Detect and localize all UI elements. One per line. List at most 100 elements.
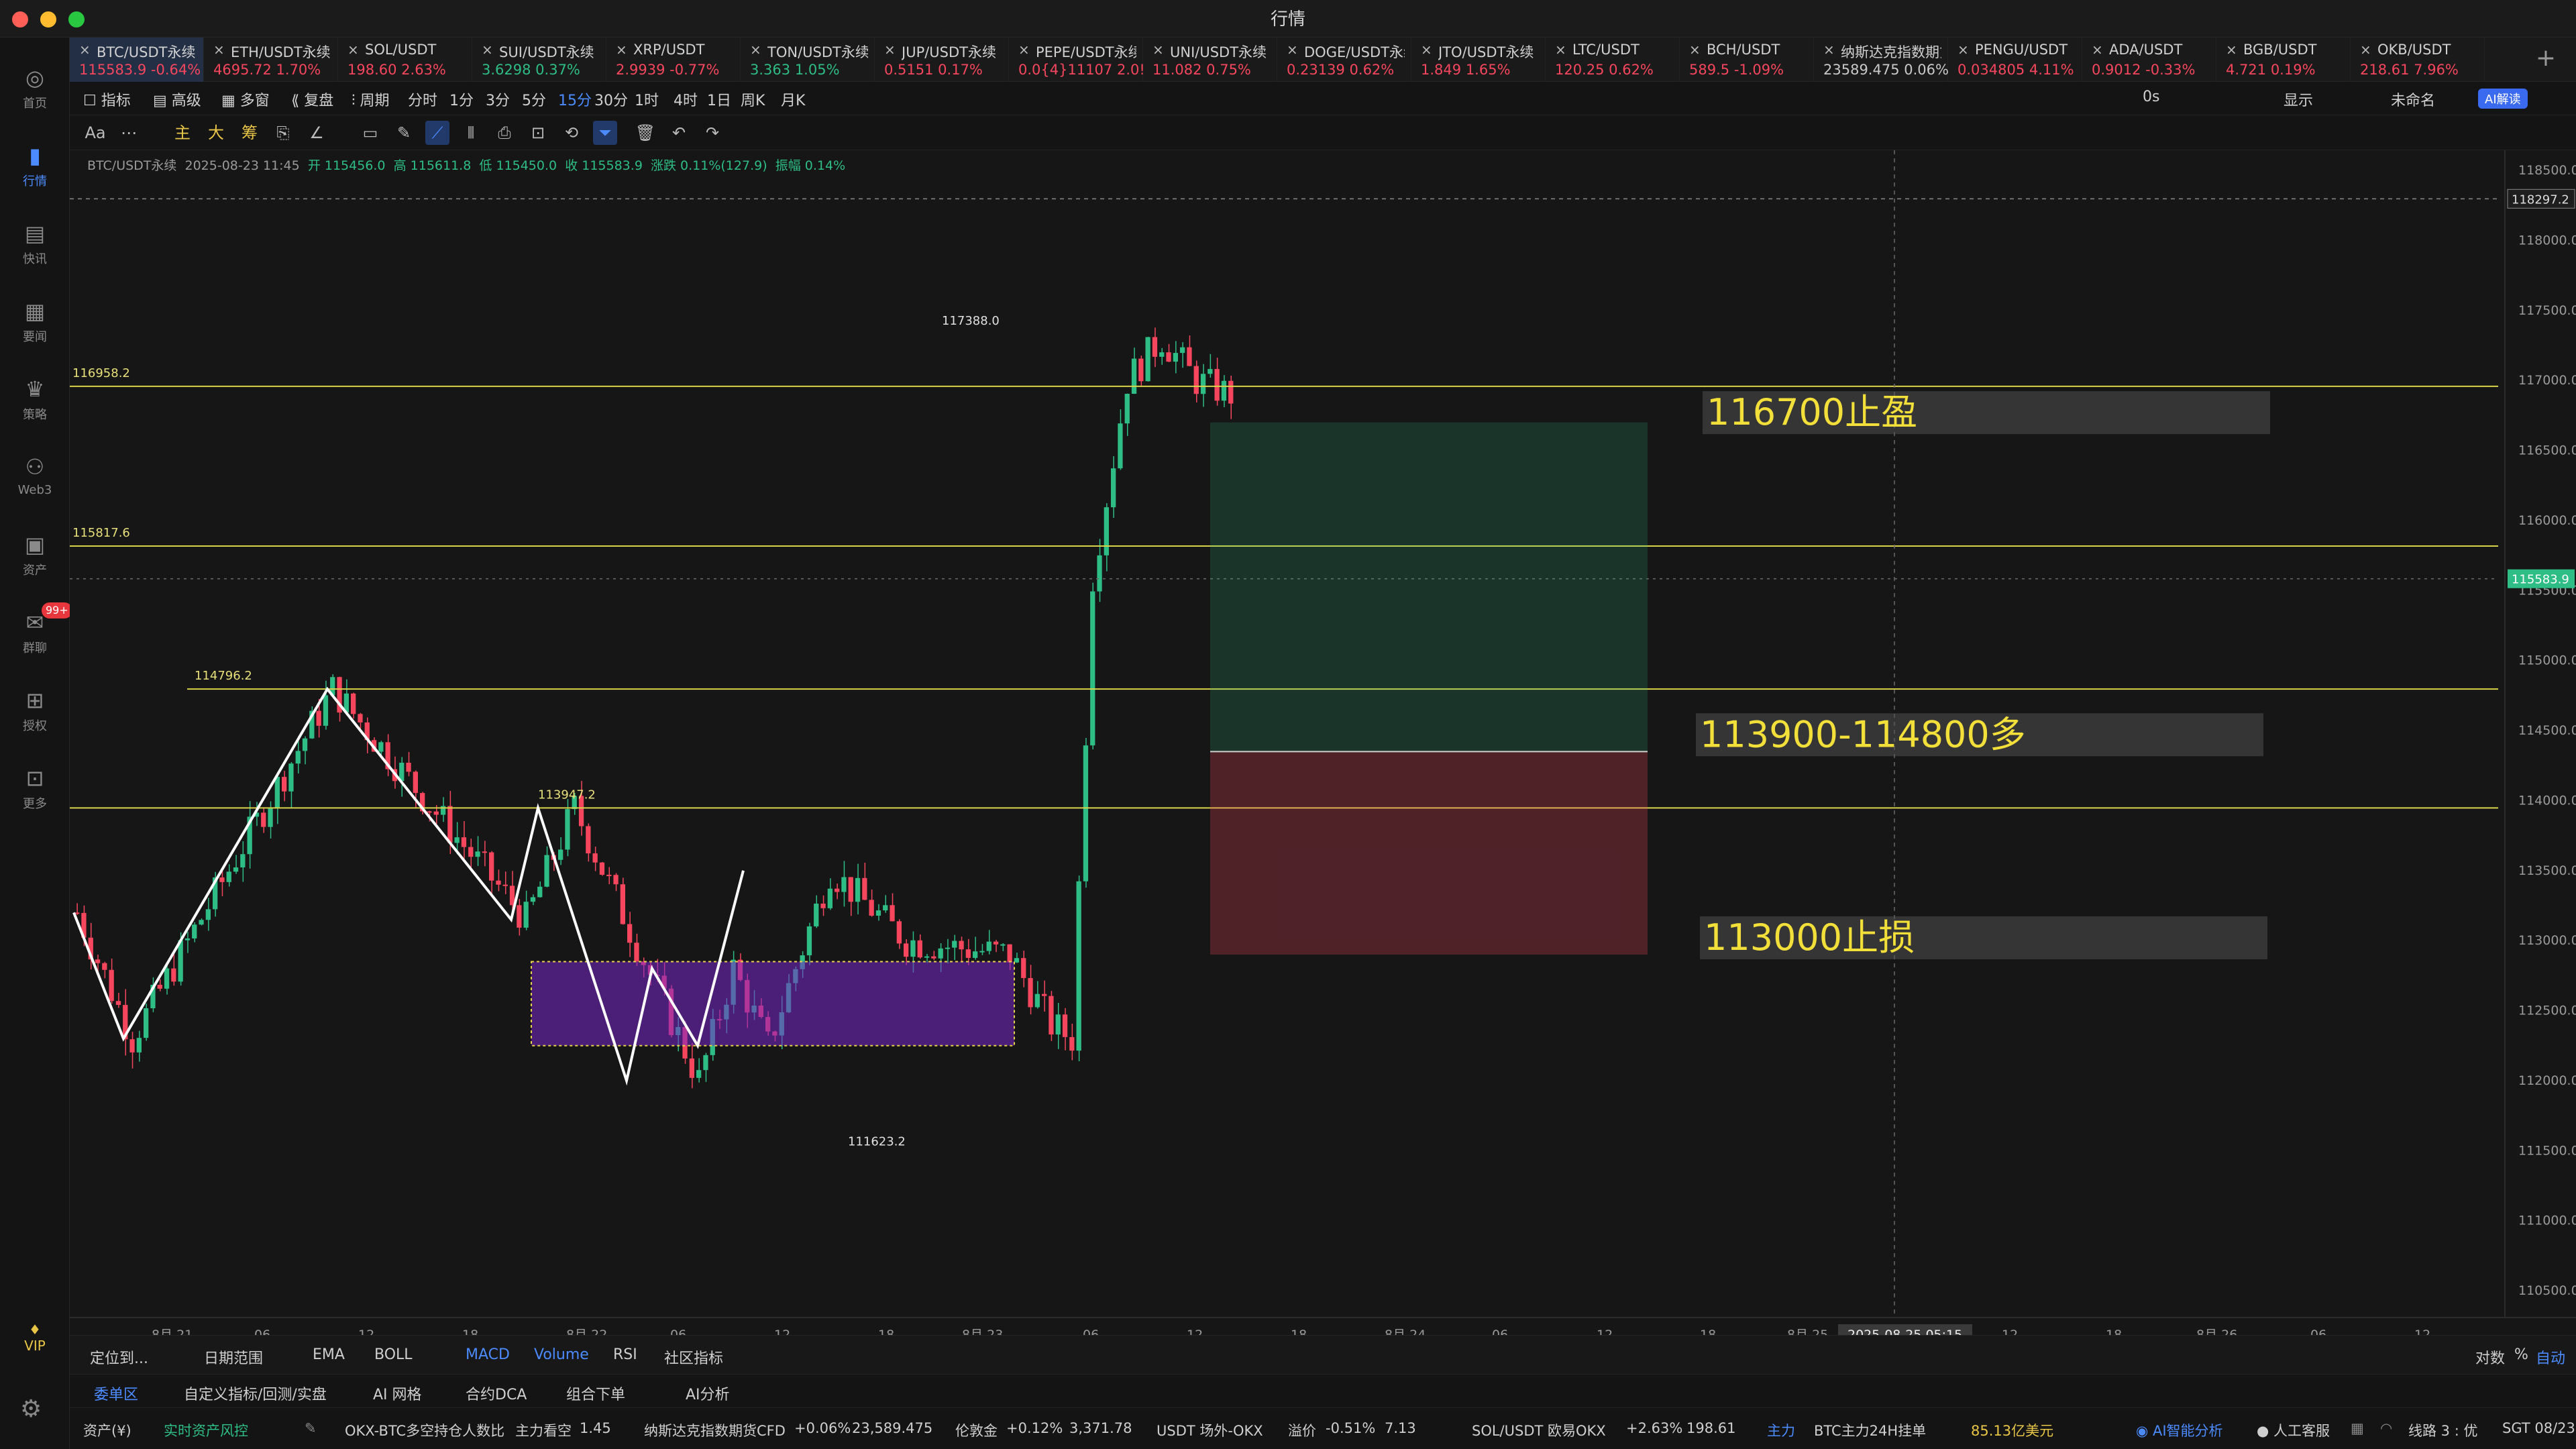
tab-2[interactable]: × SOL/USDT 198.60 2.63% [338, 38, 472, 82]
indicator-0[interactable]: 定位到... [90, 1346, 148, 1368]
indicator-3[interactable]: BOLL [374, 1346, 413, 1363]
period-11[interactable]: 1时 [635, 89, 659, 110]
close-tab-icon[interactable]: × [1689, 42, 1701, 58]
indicator-4[interactable]: MACD [466, 1346, 510, 1363]
edit-icon[interactable]: ✎ [305, 1420, 317, 1436]
tab-8[interactable]: × UNI/USDT永续 11.082 0.75% [1143, 38, 1277, 82]
indicator-6[interactable]: RSI [613, 1346, 637, 1363]
sidebar-item-asset[interactable]: ▣ 资产 [0, 525, 70, 592]
close-tab-icon[interactable]: × [1287, 42, 1298, 58]
candlestick-chart[interactable]: 118500.0 118000.0 117500.0 117000.0 116500.0… [70, 150, 2576, 1335]
ray-icon[interactable]: ⟋ [425, 121, 449, 145]
close-tab-icon[interactable]: × [1152, 42, 1164, 58]
close-tab-icon[interactable]: × [79, 42, 91, 58]
sidebar-item-flash-news[interactable]: ▤ 快讯 [0, 213, 70, 280]
toolbar-right-1[interactable]: 显示 [2284, 89, 2313, 110]
sidebar-item-news[interactable]: ▦ 要闻 [0, 291, 70, 358]
axis-option-0[interactable]: 对数 [2475, 1346, 2505, 1368]
close-tab-icon[interactable]: × [750, 42, 761, 58]
sidebar-item-authorize[interactable]: ⊞ 授权 [0, 680, 70, 747]
period-5[interactable]: 分时 [408, 89, 437, 110]
order-tab-5[interactable]: AI分析 [686, 1383, 730, 1404]
stop-loss-zone[interactable] [1210, 751, 1648, 955]
close-tab-icon[interactable]: × [884, 42, 896, 58]
take-profit-zone[interactable] [1210, 422, 1648, 752]
pencil-icon[interactable]: ✎ [392, 121, 416, 145]
indicator-1[interactable]: 日期范围 [204, 1346, 263, 1368]
main-indicator-icon[interactable]: 主 [170, 121, 195, 145]
axis-option-1[interactable]: % [2514, 1346, 2528, 1363]
order-tab-0[interactable]: 委单区 [94, 1383, 138, 1404]
fib-icon[interactable]: ⫴ [459, 121, 483, 145]
tab-13[interactable]: × 纳斯达克指数期货CFD 23589.475 0.06% [1814, 38, 1949, 82]
period-4[interactable]: ⫶ 周期 [352, 89, 390, 110]
asset-risk-link[interactable]: 实时资产风控 [164, 1420, 248, 1440]
vip-badge[interactable]: ♦ VIP [0, 1322, 70, 1354]
more-tools-icon[interactable]: ⋯ [117, 121, 141, 145]
redo-icon[interactable]: ↷ [700, 121, 724, 145]
period-8[interactable]: 5分 [522, 89, 546, 110]
period-12[interactable]: 4时 [674, 89, 698, 110]
tab-12[interactable]: × BCH/USDT 589.5 -1.09% [1680, 38, 1814, 82]
tab-17[interactable]: × OKB/USDT 218.61 7.96% [2351, 38, 2485, 82]
indicator-5[interactable]: Volume [534, 1346, 589, 1363]
sidebar-item-strategy[interactable]: ♛ 策略 [0, 369, 70, 436]
ai-interpret-button[interactable]: AI解读 [2478, 89, 2528, 109]
sidebar-item-chat[interactable]: ✉ 群聊 99+ [0, 602, 72, 669]
text-tool-icon[interactable]: Aa [83, 121, 107, 145]
customer-service-button[interactable]: ● 人工客服 [2257, 1420, 2330, 1440]
tab-3[interactable]: × SUI/USDT永续 3.6298 0.37% [472, 38, 606, 82]
ai-analysis-button[interactable]: ◉ AI智能分析 [2136, 1420, 2223, 1440]
keyboard-icon[interactable]: ▦ [2351, 1420, 2364, 1436]
tab-16[interactable]: × BGB/USDT 4.721 0.19% [2216, 38, 2351, 82]
period-9[interactable]: 15分 [558, 89, 592, 110]
period-1[interactable]: ▤ 高级 [153, 89, 201, 110]
indicator-7[interactable]: 社区指标 [664, 1346, 723, 1368]
copy-icon[interactable]: ⎘ [271, 121, 295, 145]
order-tab-2[interactable]: AI 网格 [373, 1383, 422, 1404]
close-tab-icon[interactable]: × [1421, 42, 1432, 58]
sidebar-item-market-chart[interactable]: ▮ 行情 [0, 136, 70, 203]
trend-line-icon[interactable]: ∠ [305, 121, 329, 145]
tab-14[interactable]: × PENGU/USDT 0.034805 4.11% [1948, 38, 2082, 82]
order-tab-3[interactable]: 合约DCA [466, 1383, 527, 1404]
close-tab-icon[interactable]: × [2092, 42, 2103, 58]
close-tab-icon[interactable]: × [482, 42, 493, 58]
tab-0[interactable]: × BTC/USDT永续 115583.9 -0.64% [70, 38, 204, 82]
order-tab-4[interactable]: 组合下单 [566, 1383, 625, 1404]
tab-11[interactable]: × LTC/USDT 120.25 0.62% [1546, 38, 1680, 82]
sidebar-item-web3[interactable]: ⚇ Web3 [0, 447, 70, 514]
rectangle-icon[interactable]: ▭ [358, 121, 382, 145]
refresh-icon[interactable]: ⟲ [559, 121, 584, 145]
close-tab-icon[interactable]: × [616, 42, 627, 58]
order-tab-1[interactable]: 自定义指标/回测/实盘 [184, 1383, 327, 1404]
large-order-icon[interactable]: 大 [204, 121, 228, 145]
chart-canvas[interactable]: 118500.0 118000.0 117500.0 117000.0 116500.0… [70, 150, 2576, 1335]
close-tab-icon[interactable]: × [347, 42, 359, 58]
period-14[interactable]: 周K [741, 89, 765, 110]
tab-1[interactable]: × ETH/USDT永续 4695.72 1.70% [204, 38, 338, 82]
tab-9[interactable]: × DOGE/USDT永续 0.23139 0.62% [1277, 38, 1411, 82]
filter-icon[interactable]: ⏷ [593, 121, 617, 145]
tab-7[interactable]: × PEPE/USDT永续 0.0{4}11107 2.0! [1009, 38, 1145, 82]
close-tab-icon[interactable]: × [2360, 42, 2371, 58]
chip-distribution-icon[interactable]: 筹 [237, 121, 262, 145]
close-tab-icon[interactable]: × [1555, 42, 1566, 58]
close-tab-icon[interactable]: × [1018, 42, 1030, 58]
period-13[interactable]: 1日 [707, 89, 731, 110]
period-2[interactable]: ▦ 多窗 [221, 89, 270, 110]
toolbar-right-0[interactable]: 0s [2143, 89, 2159, 105]
snapshot-icon[interactable]: ⊡ [526, 121, 550, 145]
save-icon[interactable]: ⎙ [492, 121, 517, 145]
add-tab-icon[interactable]: + [2536, 44, 2556, 72]
close-tab-icon[interactable]: × [2226, 42, 2237, 58]
route-status[interactable]: 线路 3 : 优 [2408, 1420, 2477, 1440]
tab-6[interactable]: × JUP/USDT永续 0.5151 0.17% [875, 38, 1009, 82]
period-7[interactable]: 3分 [486, 89, 510, 110]
account-currency[interactable]: 资产(¥) [83, 1420, 131, 1440]
close-tab-icon[interactable]: × [1957, 42, 1969, 58]
period-10[interactable]: 30分 [594, 89, 628, 110]
indicator-2[interactable]: EMA [313, 1346, 345, 1363]
toolbar-right-2[interactable]: 未命名 [2391, 89, 2435, 110]
sidebar-item-home[interactable]: ◎ 首页 [0, 58, 70, 125]
